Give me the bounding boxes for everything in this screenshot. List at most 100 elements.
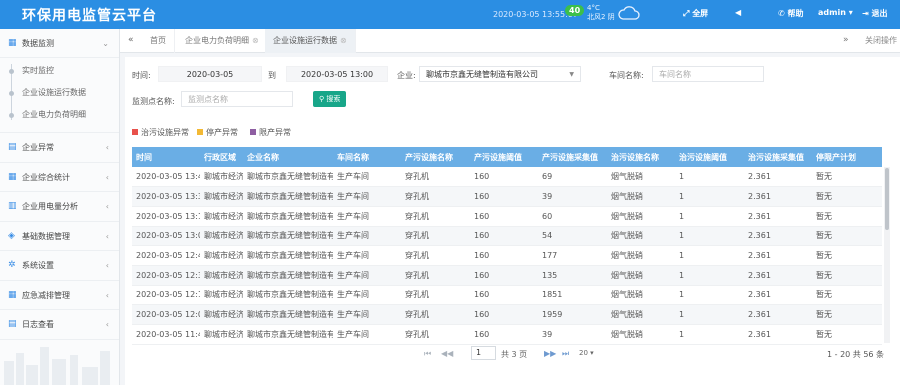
temperature-text: 4°C (587, 4, 600, 12)
sidebar-item-settings[interactable]: ✲ 系统设置 ‹ (0, 251, 119, 281)
sidebar-item-data-monitor[interactable]: ▦ 数据监测 ⌄ (0, 29, 119, 58)
tabs-scroll-left-icon[interactable]: « (128, 35, 134, 45)
help-label: 帮助 (787, 9, 804, 18)
column-header[interactable]: 治污设施名称 (607, 147, 675, 167)
sidebar-subitem-facility-data[interactable]: 企业设施运行数据 (0, 82, 119, 104)
search-button-label: 搜索 (326, 95, 341, 103)
table-cell: 生产车间 (333, 304, 401, 325)
table-row[interactable]: 2020-03-05 12:00聊城市经济聊城市京鑫无缝管制造有生产车间穿孔机1… (132, 304, 882, 325)
close-icon[interactable]: ⊗ (252, 36, 259, 45)
legend-label: 停产异常 (206, 128, 238, 137)
sidebar-item-label: 企业用电量分析 (22, 202, 78, 211)
table-cell: 39 (538, 324, 607, 345)
document-icon: ▤ (8, 142, 17, 152)
table-scrollbar-thumb[interactable] (885, 168, 889, 230)
table-row[interactable]: 2020-03-05 12:15聊城市经济聊城市京鑫无缝管制造有生产车间穿孔机1… (132, 285, 882, 306)
point-input[interactable]: 监测点名称 (181, 91, 293, 107)
column-header[interactable]: 停限产计划 (812, 147, 882, 167)
sidebar-item-base-data[interactable]: ◈ 基础数据管理 ‹ (0, 222, 119, 251)
table-cell: 1959 (538, 304, 607, 325)
help-button[interactable]: ✆ 帮助 (778, 8, 804, 19)
table-cell: 1 (675, 265, 744, 286)
table-cell: 聊城市经济 (200, 226, 243, 247)
table-cell: 聊城市经济 (200, 285, 243, 306)
table-cell: 160 (470, 285, 538, 306)
cloud-icon (618, 6, 640, 20)
table-cell: 2.361 (744, 226, 812, 247)
column-header[interactable]: 车间名称 (333, 147, 401, 167)
column-header[interactable]: 治污设施阈值 (675, 147, 744, 167)
close-operations-button[interactable]: 关闭操作 (865, 29, 897, 53)
table-cell: 2.361 (744, 324, 812, 345)
calendar-icon: ▦ (8, 171, 17, 182)
table-cell: 2.361 (744, 304, 812, 325)
table-cell: 1 (675, 167, 744, 188)
legend-stop-anomaly: 停产异常 (197, 127, 238, 138)
table-row[interactable]: 2020-03-05 11:45聊城市经济聊城市京鑫无缝管制造有生产车间穿孔机1… (132, 324, 882, 345)
start-date-input[interactable]: 2020-03-05 (158, 66, 262, 82)
page-number-input[interactable]: 1 (471, 346, 496, 360)
table-cell: 1 (675, 206, 744, 227)
fullscreen-button[interactable]: ⤢ 全屏 (683, 8, 708, 19)
table-row[interactable]: 2020-03-05 13:15聊城市经济聊城市京鑫无缝管制造有生产车间穿孔机1… (132, 206, 882, 227)
column-header[interactable]: 时间 (132, 147, 200, 167)
sidebar-subitem-realtime[interactable]: 实时监控 (0, 60, 119, 82)
company-select[interactable]: 聊城市京鑫无缝管制造有限公司 ▼ (419, 66, 581, 82)
close-icon[interactable]: ⊗ (340, 36, 347, 45)
chevron-left-icon: ‹ (105, 202, 109, 211)
table-cell: 160 (470, 265, 538, 286)
table-row[interactable]: 2020-03-05 13:00聊城市经济聊城市京鑫无缝管制造有生产车间穿孔机1… (132, 226, 882, 247)
tabs-scroll-right-icon[interactable]: » (843, 35, 849, 45)
tab-power-load[interactable]: 企业电力负荷明细 ⊗ (177, 29, 268, 53)
last-page-icon[interactable]: ⏭ (562, 349, 569, 359)
column-header[interactable]: 产污设施阈值 (470, 147, 538, 167)
sidebar-item-label: 企业异常 (22, 143, 54, 152)
chevron-left-icon: ‹ (105, 231, 109, 241)
table-cell: 暂无 (812, 226, 882, 247)
tab-home[interactable]: 首页 (142, 29, 175, 53)
sidebar-item-label: 应急减排管理 (22, 290, 70, 300)
table-row[interactable]: 2020-03-05 13:30聊城市经济聊城市京鑫无缝管制造有生产车间穿孔机1… (132, 186, 882, 207)
table-row[interactable]: 2020-03-05 12:30聊城市经济聊城市京鑫无缝管制造有生产车间穿孔机1… (132, 265, 882, 286)
user-menu[interactable]: admin ▾ (818, 8, 853, 17)
table-row[interactable]: 2020-03-05 13:45聊城市经济聊城市京鑫无缝管制造有生产车间穿孔机1… (132, 167, 882, 188)
sidebar-subitem-power-load[interactable]: 企业电力负荷明细 (0, 104, 119, 126)
table-row[interactable]: 2020-03-05 12:45聊城市经济聊城市京鑫无缝管制造有生产车间穿孔机1… (132, 245, 882, 266)
table-cell: 2020-03-05 12:15 (132, 285, 200, 306)
sidebar-item-anomaly[interactable]: ▤ 企业异常 ‹ (0, 133, 119, 163)
prev-page-icon[interactable]: ◀◀ (441, 349, 453, 358)
tab-label: 首页 (150, 36, 166, 45)
dot-icon (9, 69, 14, 74)
calendar-icon: ▦ (8, 38, 17, 48)
table-cell: 穿孔机 (401, 285, 470, 306)
table-cell: 2020-03-05 12:45 (132, 245, 200, 266)
legend-facility-anomaly: 治污设施异常 (132, 127, 189, 138)
sidebar-item-statistics[interactable]: ▦ 企业综合统计 ‹ (0, 163, 119, 192)
column-header[interactable]: 企业名称 (243, 147, 333, 167)
user-name: admin (818, 8, 846, 17)
header-prev-icon[interactable]: ◀ (735, 8, 741, 17)
logout-button[interactable]: ⇥ 退出 (862, 8, 888, 19)
table-cell: 2020-03-05 13:15 (132, 206, 200, 227)
table-cell: 160 (470, 226, 538, 247)
table-cell: 2.361 (744, 265, 812, 286)
column-header[interactable]: 产污设施采集值 (538, 147, 607, 167)
search-button[interactable]: ⚲ 搜索 (313, 91, 347, 107)
page-size-select[interactable]: 20 ▾ (579, 349, 594, 357)
column-header[interactable]: 行政区域 (200, 147, 243, 167)
column-header[interactable]: 治污设施采集值 (744, 147, 812, 167)
table-cell: 1 (675, 186, 744, 207)
table-cell: 聊城市京鑫无缝管制造有 (243, 324, 333, 345)
first-page-icon[interactable]: ⏮ (424, 349, 431, 359)
table-cell: 穿孔机 (401, 304, 470, 325)
chevron-down-icon: ⌄ (102, 39, 109, 48)
next-page-icon[interactable]: ▶▶ (544, 349, 556, 358)
sidebar-item-power-analysis[interactable]: ▥ 企业用电量分析 ‹ (0, 192, 119, 222)
sidebar-item-emergency[interactable]: ▦ 应急减排管理 ‹ (0, 281, 119, 310)
end-date-input[interactable]: 2020-03-05 13:00 (286, 66, 388, 82)
table-cell: 69 (538, 167, 607, 188)
column-header[interactable]: 产污设施名称 (401, 147, 470, 167)
sidebar-subitem-label: 企业电力负荷明细 (22, 110, 86, 119)
tab-facility-data[interactable]: 企业设施运行数据 ⊗ (265, 29, 356, 53)
workshop-input[interactable]: 车间名称 (652, 66, 764, 82)
